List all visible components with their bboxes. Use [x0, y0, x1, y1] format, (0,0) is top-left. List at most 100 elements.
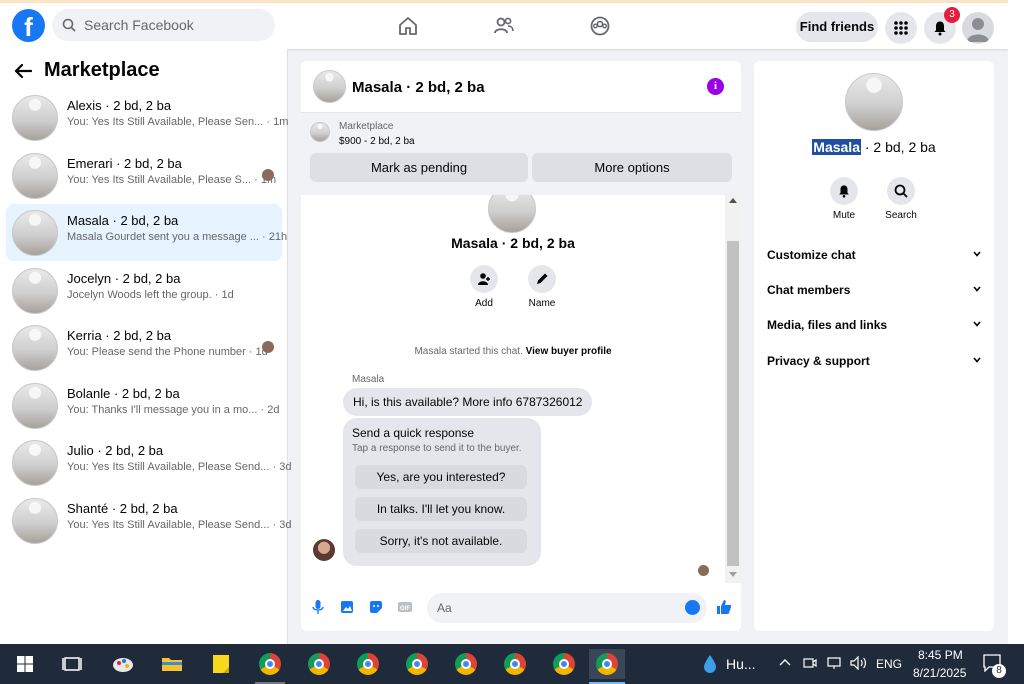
photo-icon[interactable] [339, 599, 355, 615]
chrome-profile-icon[interactable] [549, 649, 579, 679]
chat-title[interactable]: Masala · 2 bd, 2 ba [352, 79, 485, 96]
task-view-icon[interactable] [57, 649, 87, 679]
top-navigation-bar: f Search Facebook Find friends 3 [0, 0, 1008, 49]
incoming-message[interactable]: Hi, is this available? More info 6787326… [343, 388, 593, 416]
account-avatar[interactable] [962, 12, 994, 44]
conversation-item[interactable]: Kerria · 2 bd, 2 ba You: Please send the… [6, 319, 282, 376]
sidebar-header: Marketplace [14, 59, 160, 82]
conversation-preview: You: Yes Its Still Available, Please Sen… [67, 116, 289, 128]
menu-label: Chat members [767, 283, 851, 297]
notification-count-badge: 8 [992, 664, 1006, 678]
marketplace-listing-bar: Marketplace $900 - 2 bd, 2 ba Mark as pe… [301, 113, 741, 195]
details-listing-thumbnail[interactable] [845, 73, 903, 131]
microphone-icon[interactable] [310, 599, 326, 615]
sticky-notes-icon[interactable] [206, 649, 236, 679]
customize-chat-row[interactable]: Customize chat [767, 244, 981, 266]
page-scrollbar[interactable] [1008, 0, 1024, 644]
chevron-down-icon [973, 286, 981, 292]
sender-avatar[interactable] [313, 539, 335, 561]
windows-start-icon[interactable] [10, 649, 40, 679]
mute-label: Mute [832, 210, 856, 221]
media-files-links-row[interactable]: Media, files and links [767, 314, 981, 336]
conversation-item[interactable]: Shanté · 2 bd, 2 ba You: Yes Its Still A… [6, 492, 291, 549]
chat-details-panel: Masala · 2 bd, 2 ba Mute Search Customiz… [754, 61, 994, 631]
file-explorer-icon[interactable] [157, 649, 187, 679]
info-icon[interactable]: i [707, 78, 724, 95]
bell-icon [839, 185, 849, 198]
back-arrow-icon[interactable] [14, 63, 32, 79]
groups-icon[interactable] [589, 15, 611, 37]
chrome-profile-icon[interactable] [451, 649, 481, 679]
conversation-name: Julio · 2 bd, 2 ba [67, 443, 164, 458]
scroll-up-icon[interactable] [729, 197, 737, 203]
conversation-item[interactable]: Emerari · 2 bd, 2 ba You: Yes Its Still … [6, 147, 282, 204]
more-options-button[interactable]: More options [532, 153, 732, 182]
conversation-item-active[interactable]: Masala · 2 bd, 2 ba Masala Gourdet sent … [6, 204, 287, 261]
listing-thumbnail [12, 498, 58, 544]
facebook-logo[interactable]: f [12, 9, 45, 42]
menu-button[interactable] [885, 12, 917, 44]
conversation-item[interactable]: Bolanle · 2 bd, 2 ba You: Thanks I'll me… [6, 377, 282, 434]
seen-avatar [698, 565, 709, 576]
chrome-profile-icon[interactable] [402, 649, 432, 679]
conversation-preview: Jocelyn Woods left the group. · 1d [67, 289, 234, 301]
chrome-active-window[interactable] [589, 649, 625, 679]
menu-label: Media, files and links [767, 318, 888, 332]
chrome-profile-icon[interactable] [304, 649, 334, 679]
language-indicator[interactable]: ENG [876, 657, 902, 671]
thread-scrollbar[interactable] [725, 195, 741, 583]
volume-icon[interactable] [850, 656, 868, 670]
emoji-icon[interactable] [685, 600, 700, 615]
marketplace-inbox-sidebar: Marketplace Alexis · 2 bd, 2 ba You: Yes… [0, 49, 291, 644]
friends-icon[interactable] [493, 15, 515, 37]
chat-listing-thumbnail[interactable] [313, 70, 346, 103]
conversation-item[interactable]: Alexis · 2 bd, 2 ba You: Yes Its Still A… [6, 89, 288, 146]
conversation-preview: You: Please send the Phone number · 1d [67, 346, 268, 358]
name-action[interactable]: Name [522, 265, 562, 309]
conversation-preview: You: Yes Its Still Available, Please Sen… [67, 461, 292, 473]
chevron-down-icon [973, 321, 981, 327]
search-input[interactable]: Search Facebook [52, 9, 275, 41]
thumbs-up-icon[interactable] [715, 598, 733, 616]
weather-icon[interactable] [702, 654, 718, 674]
pencil-icon [537, 273, 548, 284]
conversation-name: Bolanle · 2 bd, 2 ba [67, 386, 180, 401]
conversation-item[interactable]: Jocelyn · 2 bd, 2 ba Jocelyn Woods left … [6, 262, 282, 319]
meet-now-icon[interactable] [803, 656, 817, 670]
search-label: Search [885, 210, 917, 221]
home-icon[interactable] [397, 15, 419, 37]
chrome-profile-icon[interactable] [255, 649, 285, 679]
mark-as-pending-button[interactable]: Mark as pending [310, 153, 528, 182]
find-friends-button[interactable]: Find friends [796, 12, 878, 42]
view-buyer-profile-link[interactable]: View buyer profile [526, 346, 612, 357]
clock-time[interactable]: 8:45 PM [918, 648, 963, 662]
gif-icon[interactable]: GIF [397, 599, 413, 615]
paint-app-icon[interactable] [108, 649, 138, 679]
chevron-up-icon[interactable] [779, 658, 791, 666]
chevron-down-icon [973, 251, 981, 257]
search-action[interactable]: Search [879, 177, 923, 221]
search-icon [894, 184, 908, 198]
quick-response-option[interactable]: Yes, are you interested? [355, 465, 527, 489]
chat-started-notice: Masala started this chat. View buyer pro… [301, 346, 725, 357]
clock-date[interactable]: 8/21/2025 [913, 666, 966, 680]
chat-members-row[interactable]: Chat members [767, 279, 981, 301]
message-input[interactable]: Aa [427, 593, 707, 623]
scroll-down-icon[interactable] [729, 572, 737, 578]
network-icon[interactable] [826, 656, 842, 670]
windows-taskbar: Hu... ENG 8:45 PM 8/21/2025 8 [0, 644, 1024, 684]
weather-text[interactable]: Hu... [726, 656, 756, 672]
chrome-profile-icon[interactable] [353, 649, 383, 679]
conversation-item[interactable]: Julio · 2 bd, 2 ba You: Yes Its Still Av… [6, 434, 291, 491]
sticker-icon[interactable] [368, 599, 384, 615]
selected-name-text[interactable]: Masala [812, 139, 861, 155]
chrome-profile-icon[interactable] [500, 649, 530, 679]
scrollbar-thumb[interactable] [727, 241, 739, 566]
mute-action[interactable]: Mute [822, 177, 866, 221]
quick-response-option[interactable]: Sorry, it's not available. [355, 529, 527, 553]
conversation-name: Emerari · 2 bd, 2 ba [67, 156, 182, 171]
add-action[interactable]: Add [464, 265, 504, 309]
privacy-support-row[interactable]: Privacy & support [767, 350, 981, 372]
listing-mini-thumbnail[interactable] [310, 122, 330, 142]
quick-response-option[interactable]: In talks. I'll let you know. [355, 497, 527, 521]
